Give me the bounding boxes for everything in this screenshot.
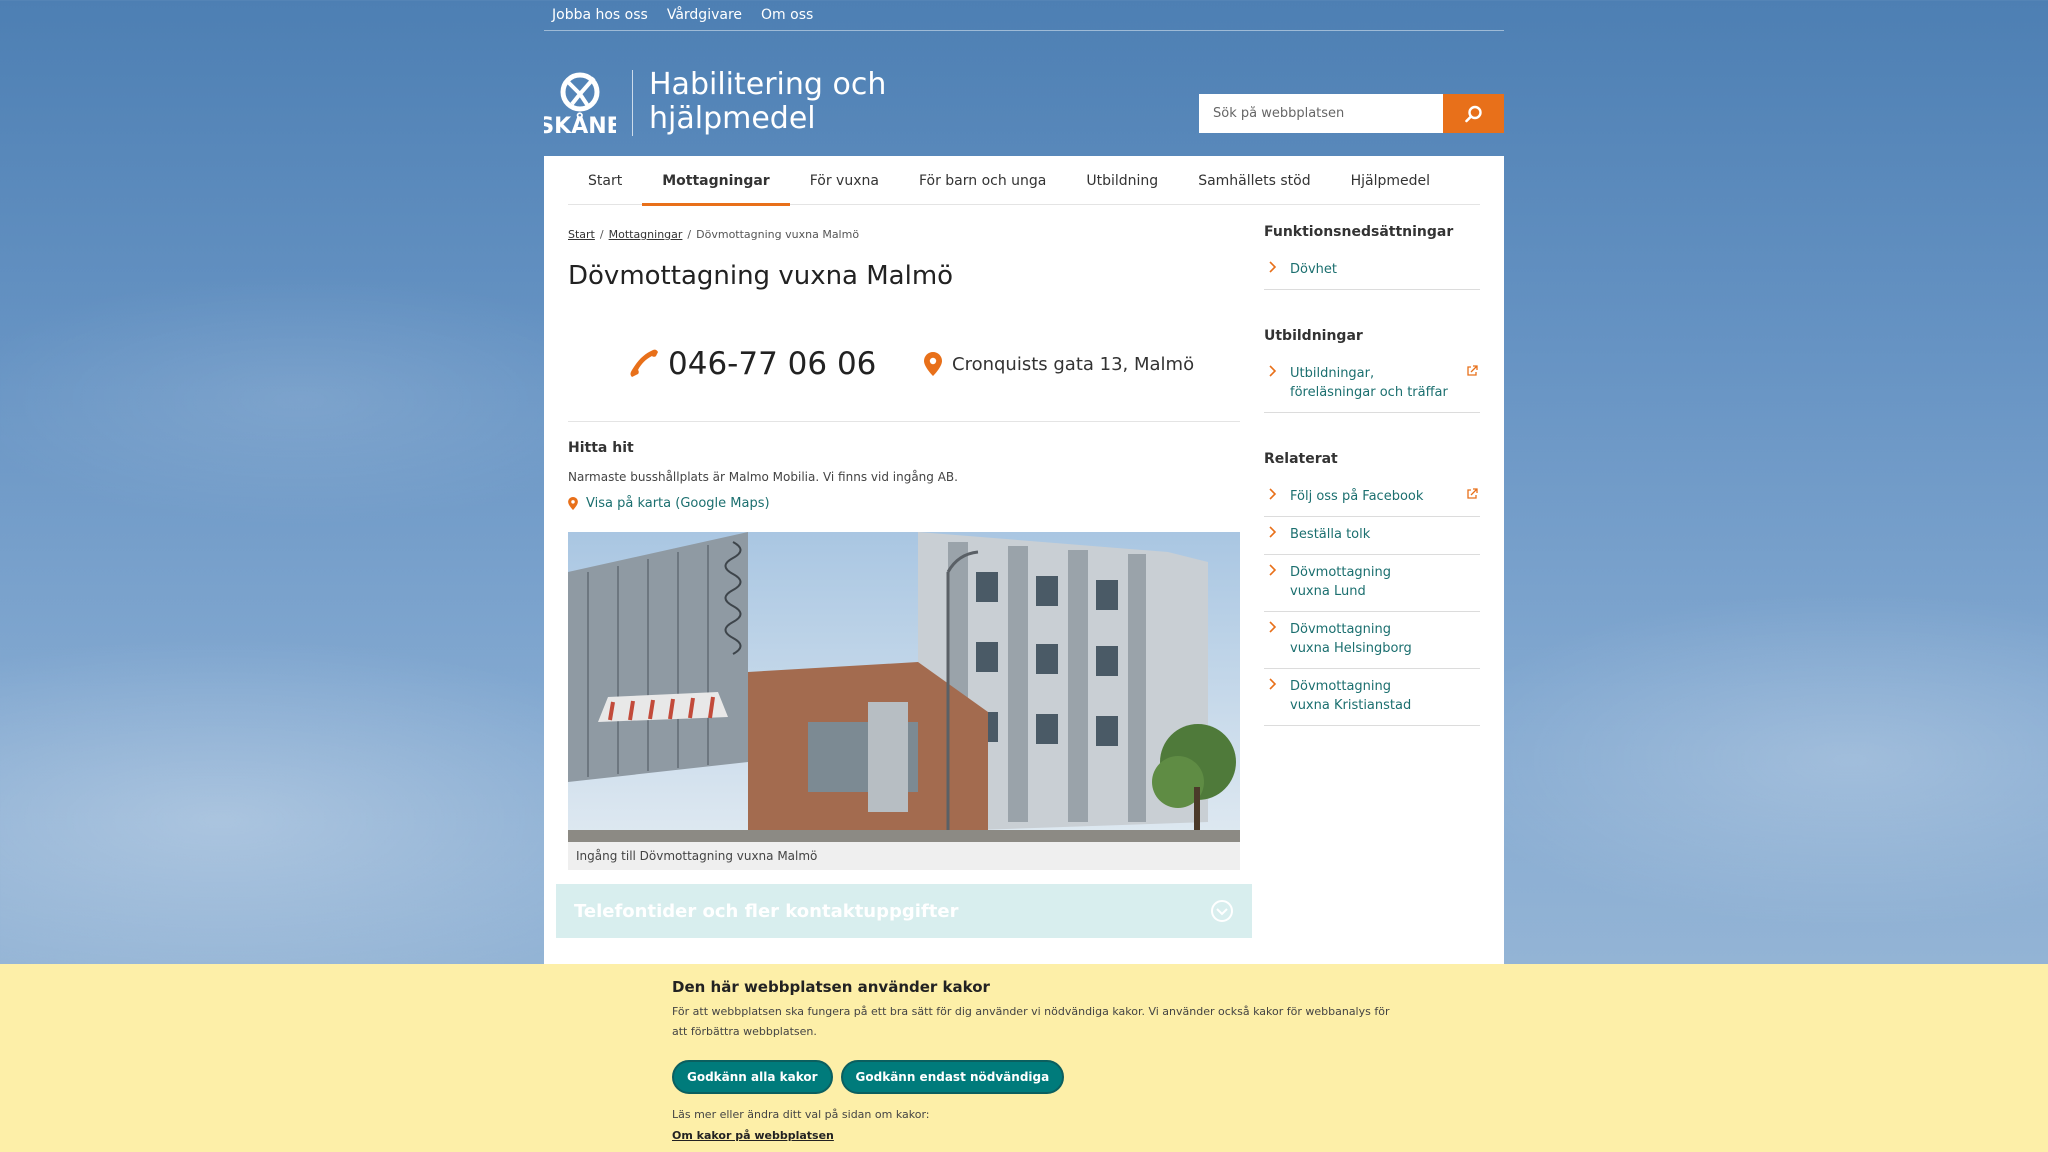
map-link[interactable]: Visa på karta (Google Maps) xyxy=(568,496,1240,511)
sidebar-item-facebook[interactable]: Följ oss på Facebook xyxy=(1264,479,1480,517)
top-links: Jobba hos oss Vårdgivare Om oss xyxy=(544,0,1504,31)
accept-necessary-cookies-button[interactable]: Godkänn endast nödvändiga xyxy=(840,1060,1065,1094)
chevron-right-icon xyxy=(1269,365,1277,377)
cookie-buttons: Godkänn alla kakor Godkänn endast nödvän… xyxy=(672,1060,1392,1094)
sidebar-heading: Funktionsnedsättningar xyxy=(1264,224,1454,240)
chevron-right-icon xyxy=(1269,488,1277,500)
toplink-jobba[interactable]: Jobba hos oss xyxy=(552,7,648,23)
address-block: Cronquists gata 13, Malmö xyxy=(924,352,1194,376)
nav-hjalpmedel[interactable]: Hjälpmedel xyxy=(1331,156,1450,205)
cookie-more-text: Läs mer eller ändra ditt val på sidan om… xyxy=(672,1108,930,1121)
accordion-label[interactable]: Telefontider och fler kontaktuppgifter xyxy=(574,901,958,922)
external-link-icon xyxy=(1467,365,1478,376)
phone-number[interactable]: 046-77 06 06 xyxy=(668,346,876,382)
page-title: Dövmottagning vuxna Malmö xyxy=(568,261,954,291)
building-image xyxy=(568,532,1240,842)
chevron-down-circle-icon[interactable] xyxy=(1210,899,1234,923)
sidebar-group-relaterat: Relaterat Följ oss på Facebook Beställa … xyxy=(1264,451,1480,726)
search-form xyxy=(1199,94,1504,133)
location-pin-icon xyxy=(568,497,578,510)
sidebar-item-label[interactable]: Dövmottagning vuxna Kristianstad xyxy=(1290,679,1411,713)
sidebar-heading: Relaterat xyxy=(1264,451,1338,467)
map-link-label[interactable]: Visa på karta (Google Maps) xyxy=(586,496,770,511)
logo-text: SKÅNE xyxy=(544,113,616,138)
sidebar-item-label[interactable]: Dövhet xyxy=(1290,262,1337,277)
cookie-info-link[interactable]: Om kakor på webbplatsen xyxy=(672,1129,834,1142)
sidebar-item-lund[interactable]: Dövmottagning vuxna Lund xyxy=(1264,555,1480,612)
nav-mottagningar[interactable]: Mottagningar xyxy=(642,156,790,206)
sidebar: Funktionsnedsättningar Dövhet Utbildning… xyxy=(1264,224,1480,764)
breadcrumb: Start / Mottagningar / Dövmottagning vux… xyxy=(568,228,1240,241)
contact-info: 046-77 06 06 Cronquists gata 13, Malmö xyxy=(568,336,1240,422)
cookie-title: Den här webbplatsen använder kakor xyxy=(672,978,990,996)
sidebar-item-label[interactable]: Följ oss på Facebook xyxy=(1290,489,1423,504)
toplink-om-oss[interactable]: Om oss xyxy=(761,7,813,23)
chevron-right-icon xyxy=(1269,678,1277,690)
sidebar-group-funktionsnedsattningar: Funktionsnedsättningar Dövhet xyxy=(1264,224,1480,290)
region-skane-logo[interactable]: SKÅNE xyxy=(544,70,616,138)
cookie-banner: Den här webbplatsen använder kakor För a… xyxy=(0,964,2048,1152)
nav-for-vuxna[interactable]: För vuxna xyxy=(790,156,899,205)
chevron-right-icon xyxy=(1269,564,1277,576)
site-header: SKÅNE Habilitering och hjälpmedel xyxy=(544,64,1504,144)
breadcrumb-mottagningar[interactable]: Mottagningar xyxy=(609,228,683,241)
building-photo xyxy=(568,532,1240,842)
cookie-content: Den här webbplatsen använder kakor För a… xyxy=(672,978,1392,1143)
search-icon xyxy=(1464,105,1482,122)
chevron-right-icon xyxy=(1269,526,1277,538)
find-here-heading: Hitta hit xyxy=(568,440,634,456)
breadcrumb-current: Dövmottagning vuxna Malmö xyxy=(696,228,860,241)
sidebar-group-utbildningar: Utbildningar Utbildningar, föreläsningar… xyxy=(1264,328,1480,413)
nav-utbildning[interactable]: Utbildning xyxy=(1066,156,1178,205)
toplink-vardgivare[interactable]: Vårdgivare xyxy=(667,7,742,23)
nav-samhallets-stod[interactable]: Samhällets stöd xyxy=(1178,156,1330,205)
breadcrumb-separator: / xyxy=(599,228,604,241)
phone-icon xyxy=(630,349,658,377)
site-title[interactable]: Habilitering och hjälpmedel xyxy=(649,68,909,136)
phone-block[interactable]: 046-77 06 06 xyxy=(628,346,876,382)
logo-divider xyxy=(632,70,633,136)
search-input[interactable] xyxy=(1199,94,1443,133)
nav-start[interactable]: Start xyxy=(568,156,642,205)
sidebar-item-label[interactable]: Dövmottagning vuxna Helsingborg xyxy=(1290,622,1412,656)
accept-all-cookies-button[interactable]: Godkänn alla kakor xyxy=(672,1060,833,1094)
photo-caption: Ingång till Dövmottagning vuxna Malmö xyxy=(568,842,1240,870)
search-button[interactable] xyxy=(1443,94,1504,133)
sidebar-item-dovhet[interactable]: Dövhet xyxy=(1264,252,1480,290)
sidebar-item-label[interactable]: Dövmottagning vuxna Lund xyxy=(1290,565,1391,599)
find-here-section: Hitta hit Narmaste busshållplats är Malm… xyxy=(568,440,1240,511)
sidebar-heading: Utbildningar xyxy=(1264,328,1363,344)
nav-for-barn-och-unga[interactable]: För barn och unga xyxy=(899,156,1066,205)
address-text: Cronquists gata 13, Malmö xyxy=(952,353,1195,375)
sidebar-item-kristianstad[interactable]: Dövmottagning vuxna Kristianstad xyxy=(1264,669,1480,726)
cookie-text: För att webbplatsen ska fungera på ett b… xyxy=(672,1005,1390,1038)
find-here-text: Narmaste busshållplats är Malmo Mobilia.… xyxy=(568,470,958,484)
chevron-right-icon xyxy=(1269,621,1277,633)
breadcrumb-start[interactable]: Start xyxy=(568,228,595,241)
sidebar-item-label[interactable]: Utbildningar, föreläsningar och träffar xyxy=(1290,366,1448,400)
sidebar-item-label[interactable]: Beställa tolk xyxy=(1290,527,1370,542)
sidebar-item-bestalla-tolk[interactable]: Beställa tolk xyxy=(1264,517,1480,555)
breadcrumb-separator: / xyxy=(687,228,692,241)
main-content: Start / Mottagningar / Dövmottagning vux… xyxy=(556,228,1252,938)
chevron-right-icon xyxy=(1269,261,1277,273)
sidebar-item-utbildningar[interactable]: Utbildningar, föreläsningar och träffar xyxy=(1264,356,1480,413)
main-nav: Start Mottagningar För vuxna För barn oc… xyxy=(568,156,1480,206)
sidebar-item-helsingborg[interactable]: Dövmottagning vuxna Helsingborg xyxy=(1264,612,1480,669)
external-link-icon xyxy=(1467,488,1478,499)
contact-details-accordion[interactable]: Telefontider och fler kontaktuppgifter xyxy=(556,884,1252,938)
location-pin-icon xyxy=(924,352,942,376)
